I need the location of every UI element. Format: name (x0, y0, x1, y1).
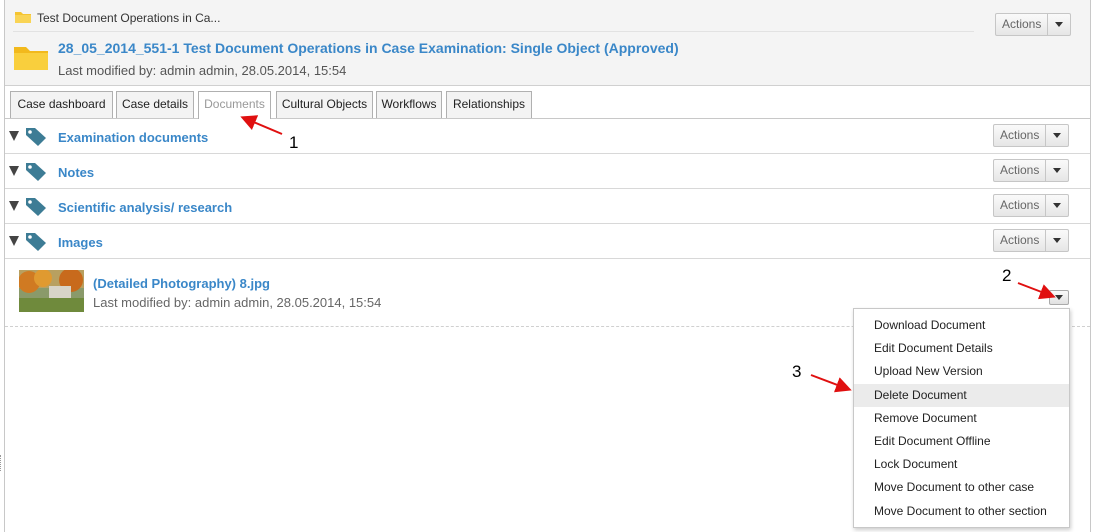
document-actions-menu: Download Document Edit Document Details … (853, 308, 1070, 528)
expand-triangle-icon[interactable] (9, 166, 19, 176)
section-actions-button[interactable]: Actions (993, 159, 1070, 182)
tag-icon (25, 232, 47, 255)
case-actions-button[interactable]: Actions (995, 13, 1072, 36)
tag-icon (25, 127, 47, 150)
tab-workflows[interactable]: Workflows (376, 91, 442, 118)
annotation-label-3: 3 (792, 362, 802, 381)
chevron-down-icon (1046, 160, 1068, 181)
menu-item-remove-document[interactable]: Remove Document (854, 407, 1069, 430)
menu-item-lock-document[interactable]: Lock Document (854, 453, 1069, 476)
document-last-modified: Last modified by: admin admin, 28.05.201… (93, 295, 382, 310)
section-actions-button[interactable]: Actions (993, 229, 1070, 252)
document-actions-dropdown[interactable] (1049, 290, 1069, 305)
section-images[interactable]: Images Actions (5, 224, 1090, 259)
tab-case-details[interactable]: Case details (116, 91, 194, 118)
annotation-label-2: 2 (1002, 266, 1012, 285)
section-notes[interactable]: Notes Actions (5, 154, 1090, 189)
menu-item-edit-document-offline[interactable]: Edit Document Offline (854, 430, 1069, 453)
actions-label: Actions (994, 195, 1047, 216)
tab-relationships[interactable]: Relationships (446, 91, 532, 118)
expand-triangle-icon[interactable] (9, 131, 19, 141)
menu-item-move-to-other-section[interactable]: Move Document to other section (854, 500, 1069, 523)
resize-handle[interactable] (0, 455, 3, 471)
chevron-down-icon (1046, 125, 1068, 146)
actions-label: Actions (994, 125, 1047, 146)
expand-triangle-icon[interactable] (9, 201, 19, 211)
section-title[interactable]: Examination documents (58, 130, 208, 145)
annotation-label-1: 1 (289, 133, 299, 152)
tab-case-dashboard[interactable]: Case dashboard (10, 91, 113, 118)
case-title[interactable]: 28_05_2014_551-1 Test Document Operation… (58, 40, 679, 56)
menu-item-move-to-other-case[interactable]: Move Document to other case (854, 476, 1069, 499)
actions-label: Actions (996, 14, 1049, 35)
tab-documents[interactable]: Documents (198, 91, 271, 119)
breadcrumb[interactable]: Test Document Operations in Ca... (15, 10, 220, 26)
menu-item-edit-document-details[interactable]: Edit Document Details (854, 337, 1069, 360)
case-header: Test Document Operations in Ca... 28_05_… (5, 0, 1090, 86)
chevron-down-icon (1046, 195, 1068, 216)
chevron-down-icon (1055, 295, 1063, 300)
menu-item-delete-document[interactable]: Delete Document (854, 383, 1069, 407)
tag-icon (25, 162, 47, 185)
section-actions-button[interactable]: Actions (993, 124, 1070, 147)
actions-label: Actions (994, 230, 1047, 251)
case-folder-icon (14, 44, 48, 73)
section-examination-documents[interactable]: Examination documents Actions (5, 119, 1090, 154)
section-actions-button[interactable]: Actions (993, 194, 1070, 217)
divider (13, 31, 974, 32)
section-title[interactable]: Images (58, 235, 103, 250)
tag-icon (25, 197, 47, 220)
main-panel: Test Document Operations in Ca... 28_05_… (4, 0, 1091, 532)
section-title[interactable]: Notes (58, 165, 94, 180)
chevron-down-icon (1048, 14, 1070, 35)
tab-bar: Case dashboard Case details Documents Cu… (5, 91, 1090, 119)
section-scientific-analysis[interactable]: Scientific analysis/ research Actions (5, 189, 1090, 224)
case-last-modified: Last modified by: admin admin, 28.05.201… (58, 63, 347, 78)
document-name[interactable]: (Detailed Photography) 8.jpg (93, 276, 270, 291)
actions-label: Actions (994, 160, 1047, 181)
document-thumbnail[interactable] (19, 270, 84, 312)
section-title[interactable]: Scientific analysis/ research (58, 200, 232, 215)
tab-cultural-objects[interactable]: Cultural Objects (276, 91, 373, 118)
chevron-down-icon (1046, 230, 1068, 251)
breadcrumb-label: Test Document Operations in Ca... (37, 11, 221, 25)
folder-icon (15, 10, 31, 26)
menu-item-download-document[interactable]: Download Document (854, 314, 1069, 337)
menu-item-upload-new-version[interactable]: Upload New Version (854, 360, 1069, 383)
expand-triangle-icon[interactable] (9, 236, 19, 246)
